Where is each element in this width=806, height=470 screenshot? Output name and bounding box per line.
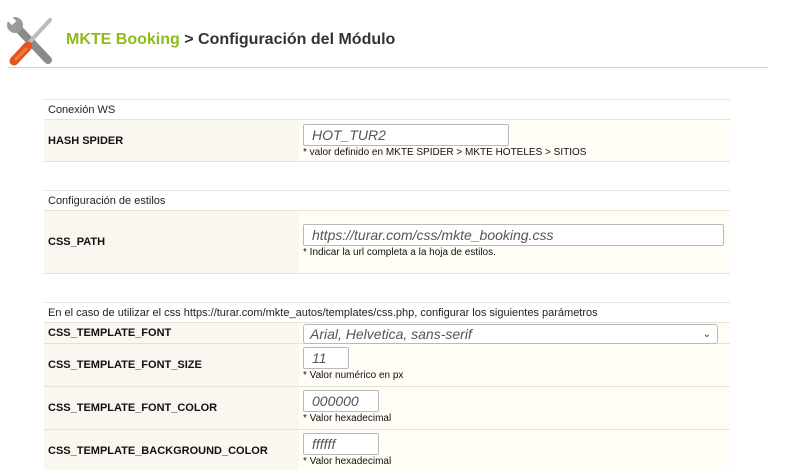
setting-label: CSS_TEMPLATE_FONT_SIZE: [44, 344, 299, 386]
setting-note: * Indicar la url completa a la hoja de e…: [303, 247, 496, 258]
setting-note: * Valor hexadecimal: [303, 456, 392, 467]
font-size-input[interactable]: 11: [303, 347, 349, 369]
section-estilos: Configuración de estilos CSS_PATH https:…: [44, 190, 730, 274]
section-conexion-ws: Conexión WS HASH SPIDER HOT_TUR2 * valor…: [44, 99, 730, 162]
setting-value: 000000 * Valor hexadecimal: [299, 387, 730, 429]
setting-label: CSS_TEMPLATE_BACKGROUND_COLOR: [44, 430, 299, 470]
setting-row-background-color: CSS_TEMPLATE_BACKGROUND_COLOR ffffff * V…: [44, 430, 730, 470]
font-select-value: Arial, Helvetica, sans-serif: [310, 326, 472, 342]
page-title-text: Configuración del Módulo: [198, 31, 396, 48]
setting-note: * Valor hexadecimal: [303, 413, 392, 424]
font-color-input[interactable]: 000000: [303, 390, 379, 412]
setting-value: HOT_TUR2 * valor definido en MKTE SPIDER…: [299, 120, 730, 161]
setting-label: CSS_TEMPLATE_FONT: [44, 323, 299, 343]
setting-row-font-size: CSS_TEMPLATE_FONT_SIZE 11 * Valor numéri…: [44, 344, 730, 387]
section-heading: Configuración de estilos: [44, 190, 730, 210]
setting-label: HASH SPIDER: [44, 120, 299, 161]
setting-row-font: CSS_TEMPLATE_FONT Arial, Helvetica, sans…: [44, 322, 730, 344]
page-header: MKTE Booking > Configuración del Módulo: [0, 0, 806, 68]
setting-value: 11 * Valor numérico en px: [299, 344, 730, 386]
setting-row-hash-spider: HASH SPIDER HOT_TUR2 * valor definido en…: [44, 119, 730, 162]
setting-note: * valor definido en MKTE SPIDER > MKTE H…: [303, 147, 587, 158]
setting-value: ffffff * Valor hexadecimal: [299, 430, 730, 470]
setting-row-font-color: CSS_TEMPLATE_FONT_COLOR 000000 * Valor h…: [44, 387, 730, 430]
setting-label: CSS_TEMPLATE_FONT_COLOR: [44, 387, 299, 429]
tools-icon: [7, 16, 52, 66]
setting-value: Arial, Helvetica, sans-serif ⌄: [299, 323, 730, 344]
setting-row-css-path: CSS_PATH https://turar.com/css/mkte_book…: [44, 210, 730, 274]
chevron-down-icon: ⌄: [702, 328, 711, 340]
page-title: MKTE Booking > Configuración del Módulo: [66, 31, 395, 49]
section-heading: Conexión WS: [44, 99, 730, 119]
setting-label: CSS_PATH: [44, 211, 299, 273]
css-path-input[interactable]: https://turar.com/css/mkte_booking.css: [303, 224, 724, 246]
header-divider: [8, 67, 768, 68]
font-select[interactable]: Arial, Helvetica, sans-serif ⌄: [303, 324, 718, 344]
section-heading: En el caso de utilizar el css https://tu…: [44, 302, 730, 322]
setting-value: https://turar.com/css/mkte_booking.css *…: [299, 211, 730, 273]
section-template-params: En el caso de utilizar el css https://tu…: [44, 302, 730, 470]
background-color-input[interactable]: ffffff: [303, 433, 379, 455]
brand-link[interactable]: MKTE Booking: [66, 31, 180, 48]
setting-note: * Valor numérico en px: [303, 370, 404, 381]
breadcrumb-separator: >: [184, 31, 194, 48]
hash-spider-input[interactable]: HOT_TUR2: [303, 124, 509, 146]
